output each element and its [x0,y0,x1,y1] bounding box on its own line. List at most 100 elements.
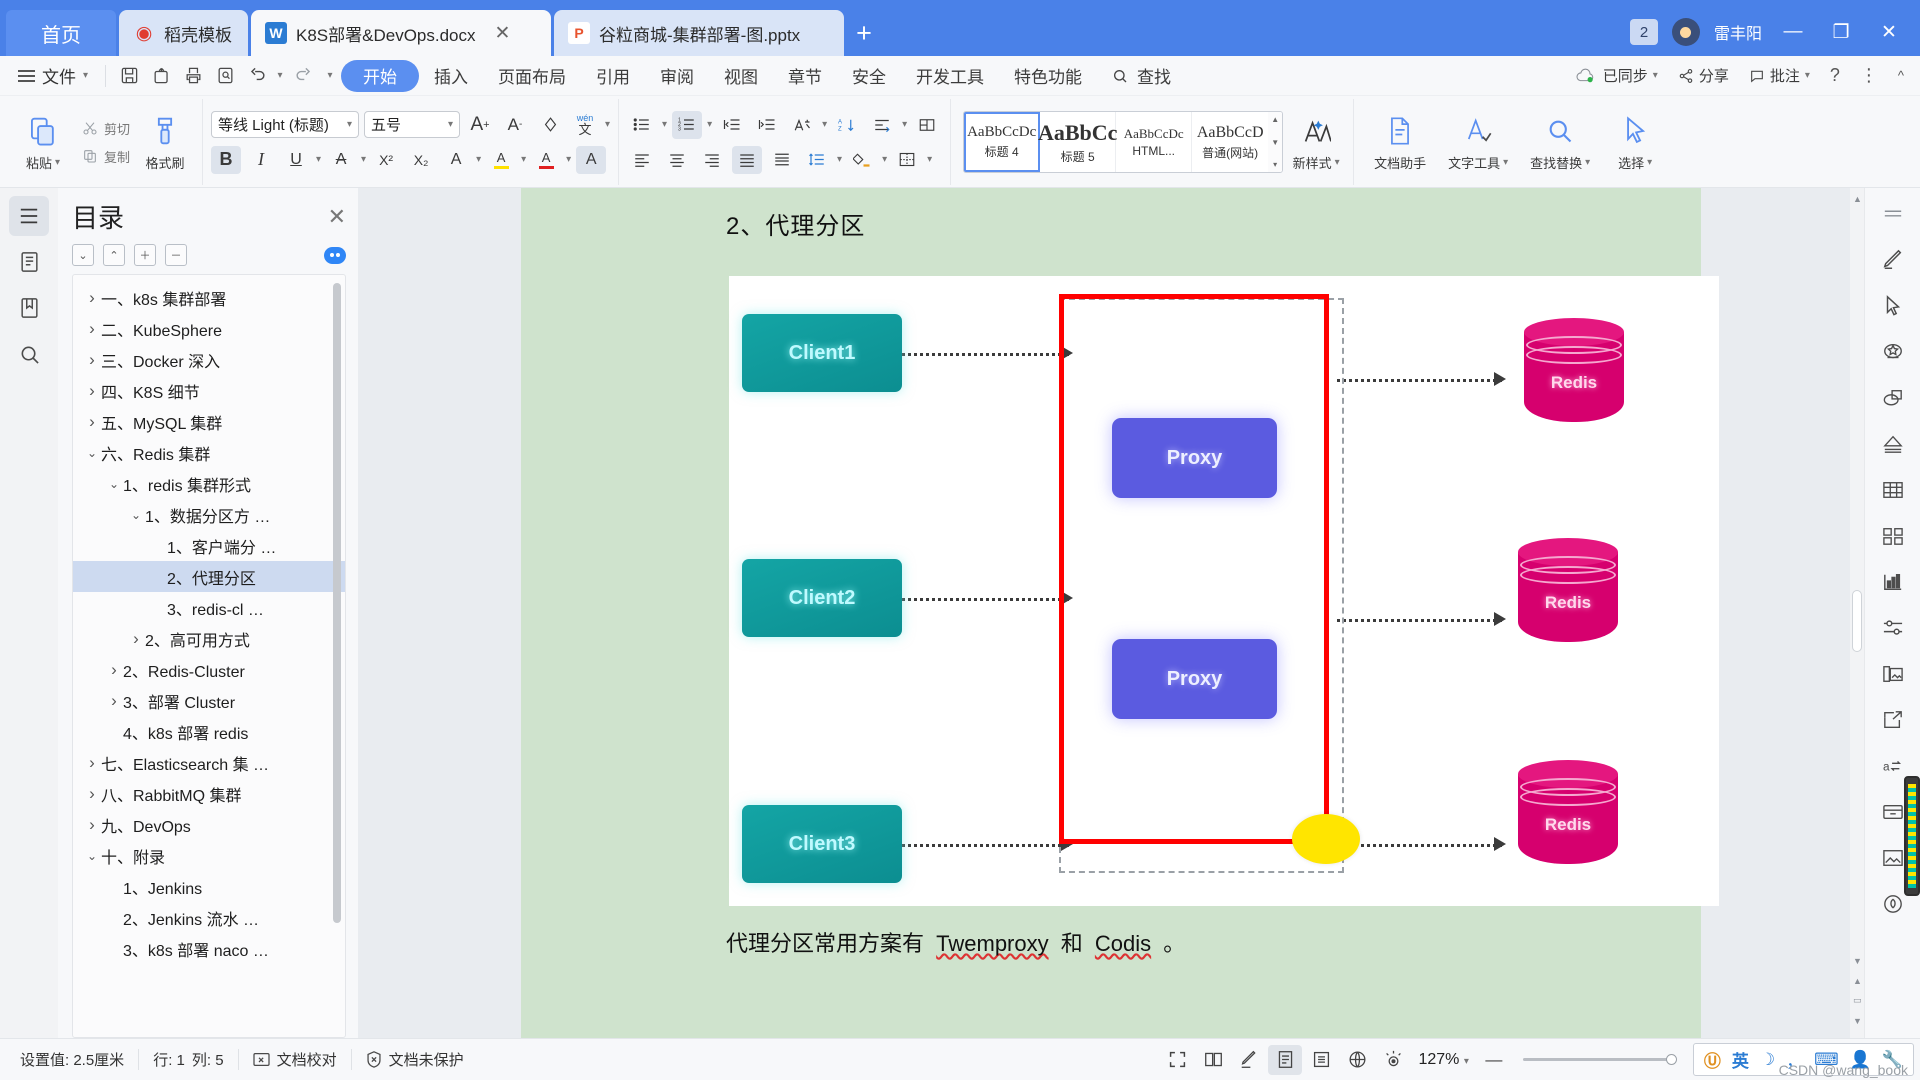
new-style-button[interactable]: 新样式 ▾ [1287,112,1345,172]
expand-all-icon[interactable]: ⌄ [72,244,94,266]
sort-icon[interactable]: AZ [832,111,862,139]
clear-format-icon[interactable] [535,111,565,139]
home-tab[interactable]: 首页 [6,10,116,56]
bookmark-panel-icon[interactable] [9,288,49,328]
toc-item[interactable]: › 七、Elasticsearch 集 … [73,747,345,778]
align-justify-icon[interactable] [732,145,763,174]
tab-pptx[interactable]: P 谷粒商城-集群部署-图.pptx [554,10,844,56]
copy-button[interactable]: 复制 [82,147,130,166]
toc-assistant-icon[interactable] [324,246,346,264]
paragraph-settings-icon[interactable] [912,111,942,139]
maximize-button[interactable]: ❐ [1824,21,1858,44]
color-palette-strip[interactable] [1904,776,1920,896]
chevron-down-icon[interactable]: ▾ [707,119,712,130]
tab-start[interactable]: 开始 [341,59,420,92]
chevron-right-icon[interactable]: › [83,319,101,339]
bullet-list-icon[interactable] [627,111,657,139]
numbered-list-icon[interactable]: 123 [672,110,703,139]
pen-icon[interactable] [1232,1045,1266,1075]
search-button[interactable]: 查找 [1097,60,1186,92]
font-color-button[interactable]: A [531,146,561,174]
notification-badge[interactable]: 2 [1629,19,1658,45]
stamp-icon[interactable] [1873,332,1913,372]
save-icon[interactable] [113,61,145,91]
highlight-color-button[interactable]: A [486,146,516,174]
borders-icon[interactable] [892,146,922,174]
align-left-icon[interactable] [627,146,657,174]
strikethrough-button[interactable]: A [326,146,356,174]
chevron-right-icon[interactable]: › [127,629,145,649]
print-preview-icon[interactable] [209,61,241,91]
redo-icon[interactable] [287,61,319,91]
format-painter-button[interactable]: 格式刷 [136,112,194,172]
increase-indent-icon[interactable] [752,111,782,139]
superscript-button[interactable]: X² [371,146,401,174]
style-gallery-scroll[interactable]: ▲ ▼ ▾ [1268,112,1283,172]
chevron-down-icon[interactable]: ▾ [662,119,667,130]
fullscreen-icon[interactable] [1160,1045,1194,1075]
chevron-right-icon[interactable]: › [105,691,123,711]
toc-item[interactable]: 3、redis-cl … [73,592,345,623]
doc-assistant-button[interactable]: 文档助手 [1362,112,1438,172]
page-select-icon[interactable]: ▭ [1853,995,1862,1006]
chevron-down-icon[interactable]: ▾ [316,154,321,165]
toc-item[interactable]: 2、代理分区 [73,561,345,592]
chart-icon[interactable] [1873,562,1913,602]
plus-icon[interactable]: ＋ [134,244,156,266]
new-tab-button[interactable]: + [844,10,884,56]
style-item[interactable]: AaBbCcDc HTML... [1116,112,1193,172]
file-menu-button[interactable]: 文件 ▾ [8,63,98,88]
shapes-icon[interactable] [1873,378,1913,418]
chevron-down-icon[interactable]: ▾ [476,154,481,165]
tab-dove-template[interactable]: ◉ 稻壳模板 [119,10,248,56]
chevron-down-icon[interactable]: ▾ [882,154,887,165]
distribute-icon[interactable] [767,146,797,174]
toc-list[interactable]: › 一、k8s 集群部署 › 二、KubeSphere › 三、Docker 深入 › 四、K… [72,274,346,1038]
chevron-right-icon[interactable]: › [83,381,101,401]
toc-item[interactable]: 4、k8s 部署 redis [73,716,345,747]
scroll-down-icon[interactable]: ▼ [1853,956,1862,966]
chevron-down-icon[interactable]: ▾ [361,154,366,165]
toc-item[interactable]: ⌄ 1、redis 集群形式 [73,468,345,499]
toc-item[interactable]: › 四、K8S 细节 [73,375,345,406]
toc-item[interactable]: › 八、RabbitMQ 集群 [73,778,345,809]
smart-shape-icon[interactable] [1873,424,1913,464]
style-item[interactable]: AaBbCcD 普通(网站) [1192,112,1268,172]
help-button[interactable]: ? [1822,65,1848,86]
cut-button[interactable]: 剪切 [82,119,130,138]
tab-view[interactable]: 视图 [709,60,773,92]
font-family-select[interactable]: 等线 Light (标题) ▾ [211,111,360,138]
page-view-icon[interactable] [1268,1044,1303,1075]
toc-item[interactable]: › 九、DevOps [73,809,345,840]
style-gallery[interactable]: AaBbCcDc 标题 4 AaBbCc 标题 5 AaBbCcDc HTML.… [963,111,1284,173]
line-spacing-icon[interactable] [802,146,832,174]
pages-panel-icon[interactable] [9,242,49,282]
chevron-right-icon[interactable]: › [83,288,101,308]
toc-item[interactable]: › 一、k8s 集群部署 [73,282,345,313]
prev-page-icon[interactable]: ▲ [1853,976,1862,986]
tab-featured[interactable]: 特色功能 [999,60,1097,92]
chevron-down-icon[interactable]: ⌄ [105,477,123,491]
zoom-slider-handle[interactable] [1665,1054,1677,1065]
toc-item[interactable]: 1、Jenkins [73,871,345,902]
ime-mode-label[interactable]: 英 [1732,1047,1749,1072]
tab-security[interactable]: 安全 [837,60,901,92]
chevron-right-icon[interactable]: › [83,784,101,804]
tab-k8s-docx[interactable]: W K8S部署&DevOps.docx ✕ [251,10,551,56]
avatar[interactable] [1671,18,1700,46]
minimize-button[interactable]: — [1776,21,1810,43]
tab-insert[interactable]: 插入 [419,60,483,92]
tab-dev-tools[interactable]: 开发工具 [901,60,999,92]
comment-button[interactable]: 批注 ▾ [1741,65,1818,86]
customize-quick-access-icon[interactable]: ▾ [319,61,341,91]
font-size-select[interactable]: 五号 ▾ [364,111,461,138]
shrink-font-icon[interactable]: A- [500,111,530,139]
more-options-button[interactable]: ⋮ [1852,65,1886,86]
chevron-down-icon[interactable]: ▼ [1271,138,1279,147]
zoom-slider[interactable] [1522,1054,1677,1065]
toc-item[interactable]: 1、客户端分 … [73,530,345,561]
save-as-icon[interactable] [145,61,177,91]
chevron-right-icon[interactable]: › [105,660,123,680]
protection-status[interactable]: 文档未保护 [350,1049,478,1070]
undo-icon[interactable] [241,61,273,91]
